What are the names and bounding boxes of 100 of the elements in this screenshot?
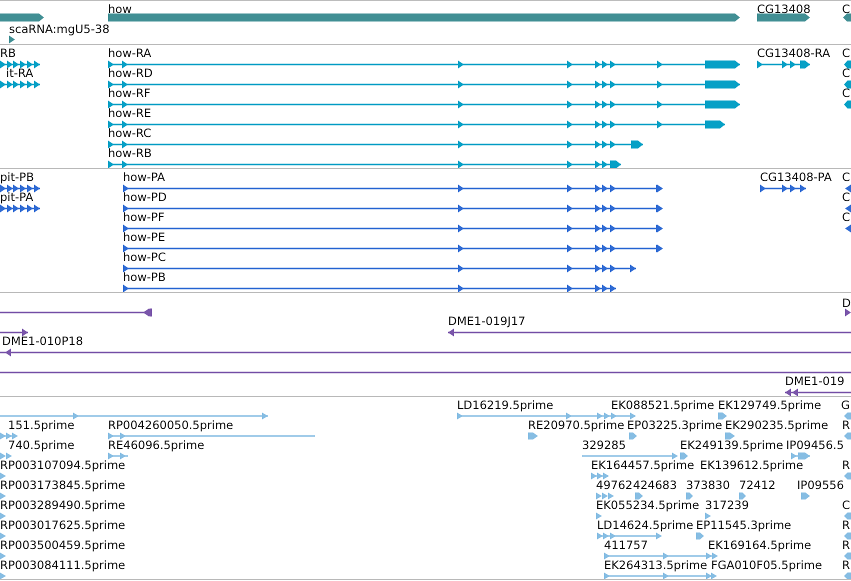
feature-label: D xyxy=(842,297,851,309)
est-glyph xyxy=(0,532,6,540)
est-glyph xyxy=(0,572,6,579)
feature-label: how-PB xyxy=(123,271,166,283)
feature-label: EK164457.5prime xyxy=(591,459,694,471)
clone-glyph xyxy=(785,388,851,396)
est-glyph xyxy=(680,452,688,460)
est-glyph xyxy=(596,492,614,500)
feature-label: IP09556 xyxy=(797,479,844,491)
est-glyph xyxy=(591,472,609,480)
feature-label: pit-PA xyxy=(0,191,34,203)
protein-glyph xyxy=(0,204,40,213)
gene-glyph xyxy=(843,13,851,22)
feature-label: LD16219.5prime xyxy=(457,399,554,411)
feature-label: DME1-019 xyxy=(785,375,844,387)
clone-glyph xyxy=(845,308,851,317)
est-glyph xyxy=(844,532,851,540)
feature-label: 329285 xyxy=(582,439,626,451)
est-glyph xyxy=(791,452,810,460)
feature-label: C xyxy=(842,211,850,223)
feature-label: how-PC xyxy=(123,251,166,263)
feature-label: how xyxy=(108,3,132,15)
feature-label: CG13408-RA xyxy=(757,47,830,59)
feature-label: R xyxy=(842,559,850,571)
est-glyph xyxy=(629,432,637,440)
feature-label: 72412 xyxy=(739,479,776,491)
est-glyph xyxy=(801,492,810,500)
feature-label: 151.5prime xyxy=(8,419,74,431)
feature-label: FGA010F05.5prime xyxy=(711,559,822,571)
est-glyph xyxy=(725,432,735,440)
feature-label: how-RA xyxy=(108,47,152,59)
feature-label: RP004260050.5prime xyxy=(108,419,234,431)
transcript-glyph xyxy=(844,80,851,89)
feature-label: R xyxy=(842,419,850,431)
protein-glyph xyxy=(0,184,40,193)
feature-label: RP003107094.5prime xyxy=(0,459,126,471)
feature-label: CG13408 xyxy=(757,3,811,15)
feature-label: LD14624.5prime xyxy=(597,519,694,531)
est-glyph xyxy=(0,512,6,520)
feature-label: IP09456.5 xyxy=(786,439,844,451)
feature-label: R xyxy=(842,519,850,531)
feature-label: RP003017625.5prime xyxy=(0,519,126,531)
feature-label: RE20970.5prime xyxy=(528,419,624,431)
transcript-glyph xyxy=(0,60,40,69)
feature-label: DME1-010P18 xyxy=(2,335,84,347)
feature-label: G xyxy=(841,399,850,411)
est-glyph xyxy=(0,492,6,500)
feature-label: C xyxy=(842,191,850,203)
feature-label: EK139612.5prime xyxy=(700,459,804,471)
est-glyph xyxy=(0,472,6,480)
est-glyph xyxy=(844,572,851,579)
est-glyph xyxy=(696,532,704,540)
feature-label: RP003084111.5prime xyxy=(0,559,126,571)
gene-glyph xyxy=(9,35,15,44)
transcript-glyph xyxy=(844,100,851,109)
feature-label: EK290235.5prime xyxy=(725,419,828,431)
feature-label: scaRNA:mgU5-38 xyxy=(9,23,110,35)
protein-glyph xyxy=(845,204,851,213)
feature-label: how-PF xyxy=(123,211,164,223)
feature-label: EK055234.5prime xyxy=(596,499,700,511)
est-glyph xyxy=(718,412,727,420)
feature-label: 49762 xyxy=(596,479,633,491)
est-glyph xyxy=(528,432,538,440)
est-glyph xyxy=(686,492,693,500)
feature-label: EP03225.3prime xyxy=(627,419,722,431)
feature-label: how-PE xyxy=(123,231,166,243)
feature-label: RE46096.5prime xyxy=(108,439,204,451)
feature-label: R xyxy=(842,539,850,551)
protein-glyph xyxy=(760,184,806,193)
est-glyph xyxy=(635,492,643,500)
feature-label: C xyxy=(842,67,850,79)
transcript-glyph xyxy=(0,80,40,89)
feature-label: 373830 xyxy=(686,479,730,491)
feature-label: C xyxy=(842,171,850,183)
est-glyph xyxy=(597,532,662,540)
est-glyph xyxy=(108,452,128,460)
feature-label: C xyxy=(842,3,850,15)
feature-label: how-RE xyxy=(108,107,152,119)
feature-label: EP11545.3prime xyxy=(696,519,792,531)
feature-label: DME1-019J17 xyxy=(448,315,526,327)
feature-label: C xyxy=(842,499,850,511)
clone-glyph xyxy=(0,328,28,337)
feature-label: EK264313.5prime xyxy=(604,559,708,571)
feature-label: 424683 xyxy=(633,479,677,491)
est-glyph xyxy=(705,512,711,520)
feature-label: R xyxy=(842,459,850,471)
est-glyph xyxy=(0,452,12,460)
feature-label: CG13408-PA xyxy=(760,171,832,183)
feature-label: RP003173845.5prime xyxy=(0,479,126,491)
gene-glyph xyxy=(0,13,44,22)
est-glyph xyxy=(596,512,602,520)
est-glyph xyxy=(844,412,851,420)
transcript-glyph xyxy=(844,60,851,69)
feature-label: 317239 xyxy=(705,499,749,511)
feature-label: C xyxy=(842,87,850,99)
transcript-glyph xyxy=(757,60,810,69)
feature-label: 411757 xyxy=(604,539,648,551)
feature-label: pit-PB xyxy=(0,171,34,183)
feature-label: RP003289490.5prime xyxy=(0,499,126,511)
gene-glyph xyxy=(757,13,810,22)
